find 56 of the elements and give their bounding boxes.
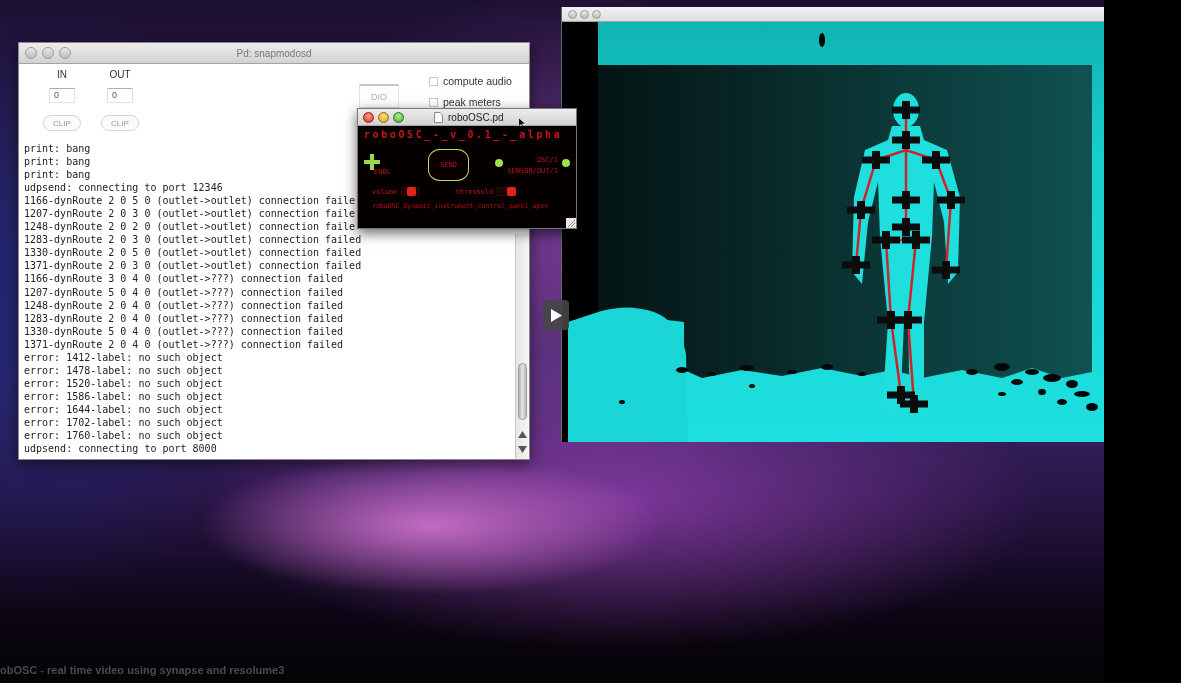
plus-icon[interactable]: [364, 154, 380, 170]
up-arrow-icon[interactable]: [518, 431, 527, 438]
clip-button[interactable]: CLIP: [43, 115, 81, 131]
console-line: error: 1412-label: no such object: [24, 350, 223, 364]
console-line: 1207-dynRoute 2 0 3 0 (outlet->outlet) connection faile: [24, 207, 356, 221]
console-line: print: bang: [24, 155, 91, 169]
console-line: error: 1760-label: no such object: [24, 429, 223, 443]
video-caption: obOSC - real time video using synapse and resolume3: [0, 664, 285, 676]
zoom-button[interactable]: [393, 111, 404, 123]
window-title: Pd: snapmodosd: [236, 47, 312, 59]
slider-track[interactable]: [497, 187, 516, 196]
down-arrow-icon[interactable]: [518, 446, 527, 453]
console-line: 1371-dynRoute 2 0 4 0 (outlet->???) connection failed: [24, 337, 344, 351]
slider-track[interactable]: [401, 187, 420, 196]
slider-thumb[interactable]: [406, 187, 416, 196]
clip-button[interactable]: CLIP: [101, 115, 139, 131]
console-line: 1166-dynRoute 2 0 5 0 (outlet->outlet) connection faile: [24, 194, 356, 208]
console-line: print: bang: [24, 142, 91, 156]
console-line: 1330-dynRoute 2 0 5 0 (outlet->outlet) connection failed: [24, 246, 362, 260]
window-title: roboOSC.pd: [448, 111, 504, 123]
patch-title: roboOSC_-_v_0.1_-_alpha: [364, 128, 564, 141]
console-line: error: 1586-label: no such object: [24, 389, 223, 403]
document-icon: [434, 111, 443, 123]
console-line: error: 1702-label: no such object: [24, 416, 223, 430]
minimize-button[interactable]: [378, 111, 389, 123]
option-label: peak meters: [443, 96, 501, 108]
scroll-bar[interactable]: [515, 234, 529, 459]
slider-thumb[interactable]: [506, 187, 516, 196]
console-line: 1283-dynRoute 2 0 3 0 (outlet->outlet) connection failed: [24, 233, 362, 247]
status-dot-icon: [562, 158, 570, 167]
console-line: error: 1644-label: no such object: [24, 402, 223, 416]
checkbox[interactable]: [429, 76, 438, 86]
channel-label: IN: [57, 69, 67, 81]
number-box[interactable]: 0: [49, 88, 75, 103]
channel-label: OUT: [109, 69, 131, 81]
console-line: udpsend: connecting to port 12346: [24, 181, 223, 195]
console-line: 1330-dynRoute 5 0 4 0 (outlet->???) connection failed: [24, 324, 344, 338]
option-label: compute audio: [443, 75, 512, 87]
number-box[interactable]: 0: [107, 88, 133, 103]
resize-grip-icon[interactable]: [566, 218, 576, 228]
console-line: print: bang: [24, 168, 91, 182]
scroll-thumb[interactable]: [518, 363, 527, 420]
console-line: 1283-dynRoute 2 0 4 0 (outlet->???) connection failed: [24, 311, 344, 325]
console-line: error: 1520-label: no such object: [24, 376, 223, 390]
console-line: 1166-dynRoute 3 0 4 0 (outlet->???) connection failed: [24, 272, 344, 286]
console-line: 1371-dynRoute 2 0 3 0 (outlet->outlet) connection failed: [24, 259, 362, 273]
console-line: udpsend: connecting to port 8000: [24, 442, 217, 456]
status-dot-icon: [495, 158, 504, 167]
console-line: 1248-dynRoute 2 0 2 0 (outlet->outlet) connection faile: [24, 220, 356, 234]
close-button[interactable]: [363, 111, 374, 123]
console-line: error: 1478-label: no such object: [24, 363, 223, 377]
console-line: 1248-dynRoute 2 0 4 0 (outlet->???) connection failed: [24, 298, 344, 312]
cursor-icon: [518, 117, 526, 129]
console-line: 1207-dynRoute 5 0 4 0 (outlet->???) connection failed: [24, 285, 344, 299]
checkbox[interactable]: [429, 97, 438, 107]
play-button[interactable]: [543, 300, 569, 330]
